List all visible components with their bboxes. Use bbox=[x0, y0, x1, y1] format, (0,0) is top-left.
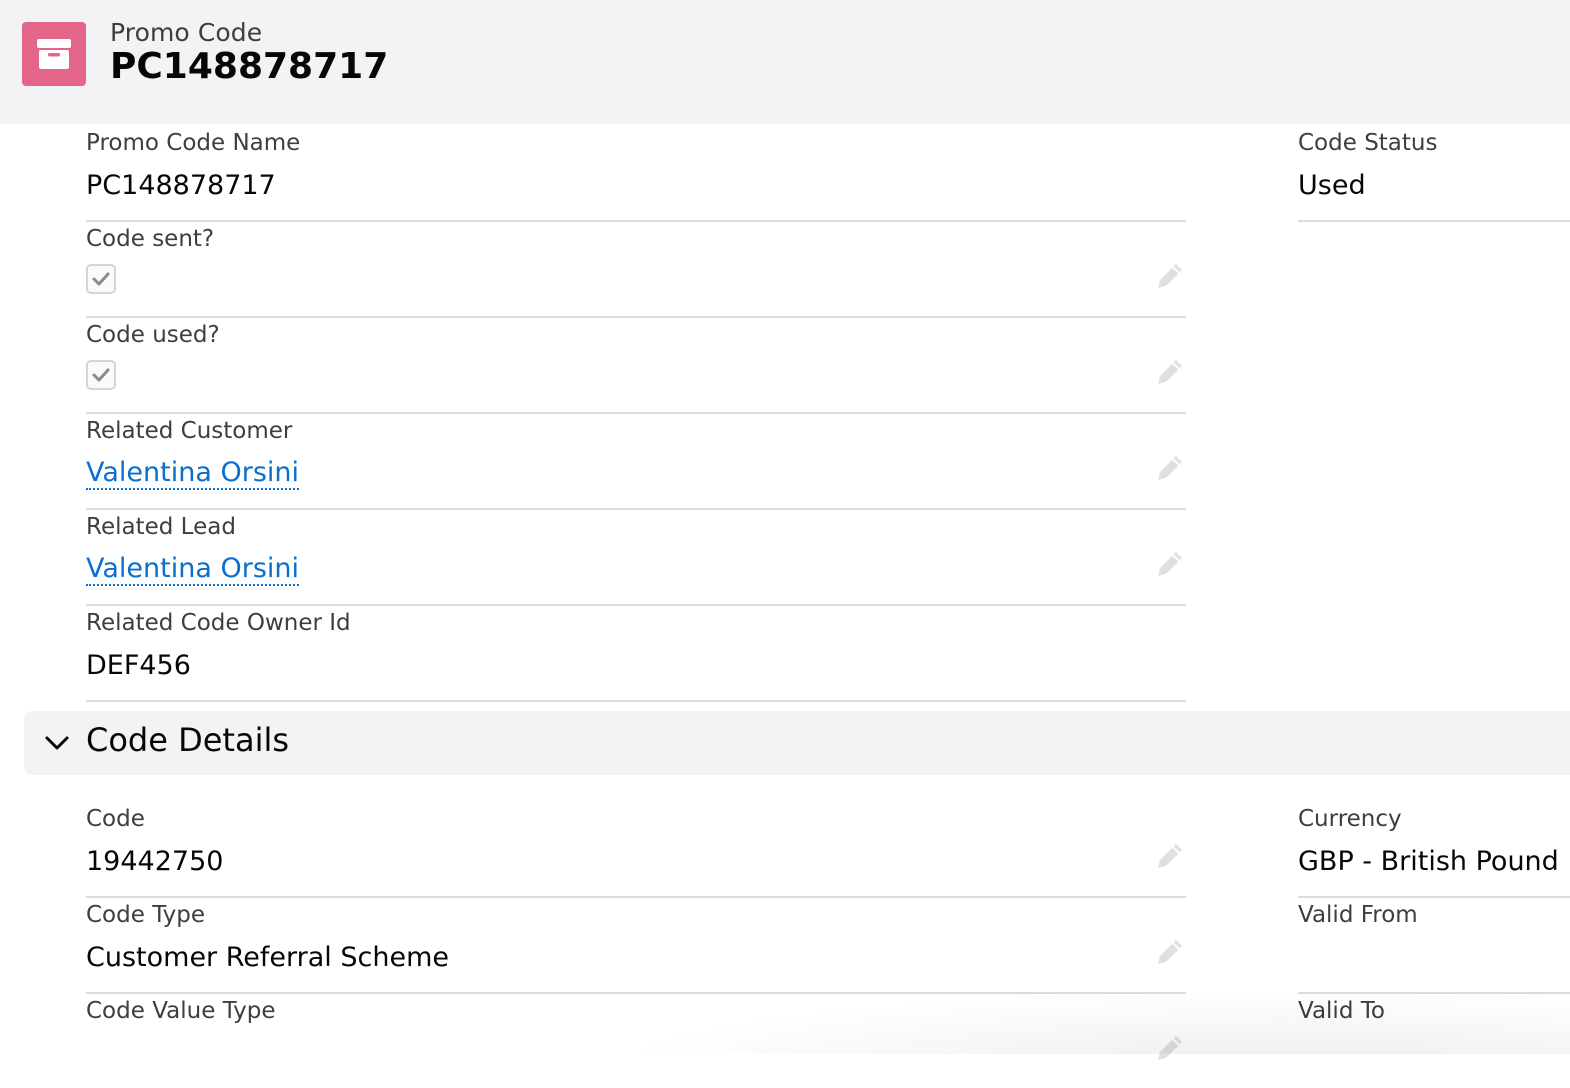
edit-pencil-icon[interactable] bbox=[1154, 1032, 1186, 1064]
field-label: Valid To bbox=[1298, 998, 1385, 1024]
field-value: PC148878717 bbox=[86, 170, 276, 201]
field-valid-to: Valid To bbox=[1298, 998, 1570, 1088]
field-value: 19442750 bbox=[86, 846, 224, 877]
edit-pencil-icon[interactable] bbox=[1154, 260, 1186, 292]
edit-pencil-icon[interactable] bbox=[1154, 356, 1186, 388]
field-label: Promo Code Name bbox=[86, 130, 301, 156]
section-title: Code Details bbox=[86, 721, 290, 759]
edit-pencil-icon[interactable] bbox=[1154, 840, 1186, 872]
field-label: Code used? bbox=[86, 322, 220, 348]
field-code: Code 19442750 bbox=[86, 806, 1186, 898]
record-title: PC148878717 bbox=[110, 46, 389, 87]
field-label: Code Status bbox=[1298, 130, 1438, 156]
edit-pencil-icon[interactable] bbox=[1154, 936, 1186, 968]
field-value: Used bbox=[1298, 170, 1366, 201]
checkmark-icon bbox=[92, 368, 110, 382]
field-code-sent: Code sent? bbox=[86, 226, 1186, 318]
edit-pencil-icon[interactable] bbox=[1154, 452, 1186, 484]
edit-pencil-icon[interactable] bbox=[1154, 548, 1186, 580]
field-label: Currency bbox=[1298, 806, 1402, 832]
field-label: Code bbox=[86, 806, 145, 832]
object-type-label: Promo Code bbox=[110, 18, 263, 47]
code-sent-checkbox bbox=[86, 264, 116, 294]
chevron-down-icon bbox=[45, 736, 69, 750]
field-code-value-type: Code Value Type bbox=[86, 998, 1186, 1088]
field-code-used: Code used? bbox=[86, 322, 1186, 414]
record-header: Promo Code PC148878717 bbox=[0, 0, 1570, 124]
field-label: Related Code Owner Id bbox=[86, 610, 351, 636]
field-related-code-owner-id: Related Code Owner Id DEF456 bbox=[86, 610, 1186, 702]
related-customer-link[interactable]: Valentina Orsini bbox=[86, 457, 300, 491]
section-toggle-code-details[interactable]: Code Details bbox=[24, 711, 1570, 775]
field-related-customer: Related Customer Valentina Orsini bbox=[86, 418, 1186, 510]
field-currency: Currency GBP - British Pound bbox=[1298, 806, 1570, 898]
field-valid-from: Valid From bbox=[1298, 902, 1570, 994]
field-label: Code Value Type bbox=[86, 998, 276, 1024]
checkmark-icon bbox=[92, 272, 110, 286]
code-used-checkbox bbox=[86, 360, 116, 390]
field-label: Code sent? bbox=[86, 226, 215, 252]
field-label: Valid From bbox=[1298, 902, 1418, 928]
field-label: Related Lead bbox=[86, 514, 236, 540]
related-lead-link[interactable]: Valentina Orsini bbox=[86, 553, 300, 587]
field-label: Related Customer bbox=[86, 418, 293, 444]
field-related-lead: Related Lead Valentina Orsini bbox=[86, 514, 1186, 606]
archive-box-icon bbox=[22, 22, 86, 86]
field-value: GBP - British Pound bbox=[1298, 846, 1559, 877]
field-value: Customer Referral Scheme bbox=[86, 942, 449, 973]
field-code-status: Code Status Used bbox=[1298, 130, 1570, 222]
field-code-type: Code Type Customer Referral Scheme bbox=[86, 902, 1186, 994]
field-value: DEF456 bbox=[86, 650, 191, 681]
field-label: Code Type bbox=[86, 902, 206, 928]
field-promo-code-name: Promo Code Name PC148878717 bbox=[86, 130, 1186, 222]
